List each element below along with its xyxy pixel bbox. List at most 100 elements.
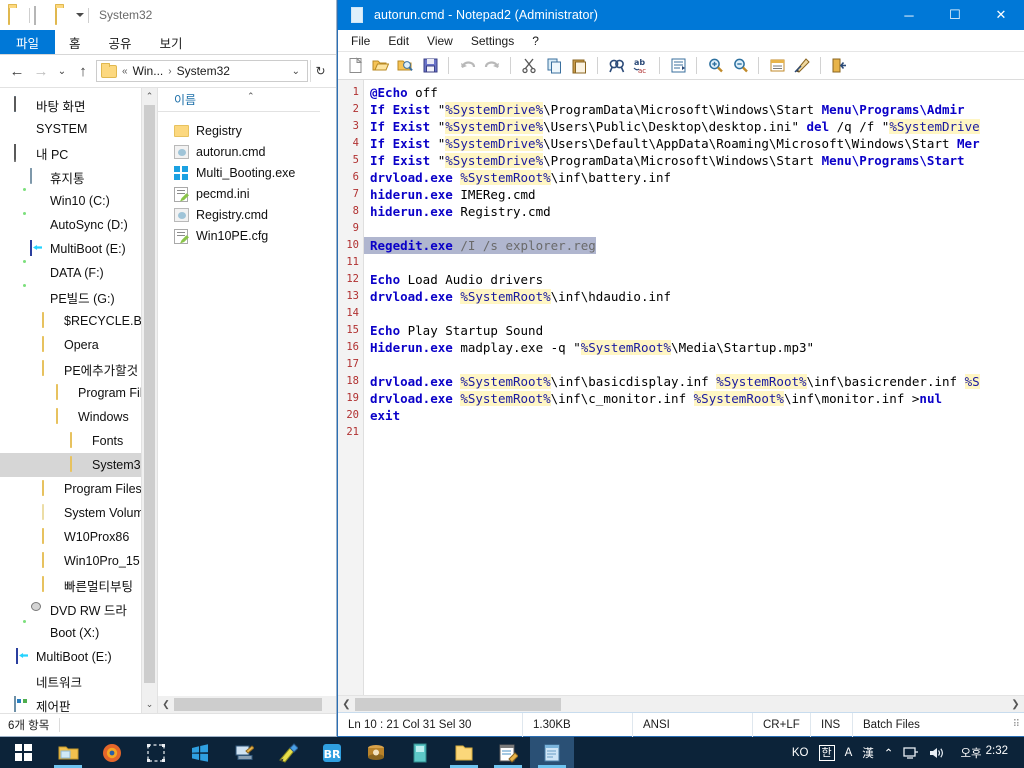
tree-item-Win10C[interactable]: Win10 (C:) [0,189,157,213]
tray-ime-hanja[interactable]: 漢 [857,737,879,768]
taskbar-notepad-edit-button[interactable] [486,737,530,768]
code-line[interactable] [364,424,1024,441]
code-line[interactable]: exit [364,407,1024,424]
code-area[interactable]: @Echo off If Exist "%SystemDrive%\Program… [364,80,1024,695]
taskbar-archive-button[interactable] [354,737,398,768]
code-line[interactable]: Echo Play Startup Sound [364,322,1024,339]
tree-item-DATAF[interactable]: DATA (F:) [0,261,157,285]
code-line[interactable]: drvload.exe %SystemRoot%\inf\hdaudio.inf [364,288,1024,305]
tree-item-MultiBootE[interactable]: MultiBoot (E:) [0,237,157,261]
tree-item-[interactable]: 제어판 [0,693,157,713]
ribbon-tab-view[interactable]: 보기 [146,30,197,54]
tray-ime-alpha[interactable]: A [840,737,858,768]
tree-item-RECYCLEBIN[interactable]: $RECYCLE.BIN [0,309,157,333]
code-line[interactable]: Echo Load Audio drivers [364,271,1024,288]
code-line[interactable] [364,254,1024,271]
new-file-icon[interactable] [344,55,366,77]
code-line[interactable]: If Exist "%SystemDrive%\Users\Public\Des… [364,118,1024,135]
tree-item-Windows[interactable]: Windows [0,405,157,429]
taskbar-file-explorer-button[interactable] [46,737,90,768]
new-folder-icon[interactable] [34,5,51,25]
code-line[interactable]: Regedit.exe /I /s explorer.reg [364,237,596,254]
tree-item-[interactable]: 바탕 화면 [0,93,157,117]
network-icon[interactable] [898,737,924,768]
scroll-down-icon[interactable]: ⌄ [142,696,157,713]
taskbar-computer-tool-button[interactable] [222,737,266,768]
tree-item-PEG[interactable]: PE빌드 (G:) [0,285,157,309]
code-line[interactable]: drvload.exe %SystemRoot%\inf\basicdispla… [364,373,1024,390]
tree-item-Opera[interactable]: Opera [0,333,157,357]
navigation-pane-scrollbar[interactable]: ⌃ ⌄ [141,88,157,713]
taskbar-paint-brush-button[interactable] [266,737,310,768]
customize-dropdown-icon[interactable] [76,13,84,17]
code-line[interactable]: hiderun.exe Registry.cmd [364,203,1024,220]
ribbon-tab-share[interactable]: 공유 [95,30,146,54]
exit-icon[interactable] [828,55,850,77]
tree-item-BootX[interactable]: Boot (X:) [0,621,157,645]
list-item[interactable]: Multi_Booting.exe [158,162,336,183]
scrollbar-thumb[interactable] [355,697,561,711]
ribbon-tab-file[interactable]: 파일 [0,30,56,54]
copy-icon[interactable] [543,55,565,77]
find-icon[interactable] [605,55,627,77]
word-wrap-icon[interactable] [766,55,788,77]
tree-item-System32[interactable]: System32 [0,453,157,477]
column-header-name[interactable]: 이름 ⌃ [158,88,336,112]
undo-icon[interactable] [456,55,478,77]
scrollbar-track[interactable] [355,696,1007,713]
list-item[interactable]: Registry [158,120,336,141]
tree-item-MultiBootE[interactable]: MultiBoot (E:) [0,645,157,669]
code-line[interactable]: If Exist "%SystemDrive%\ProgramData\Micr… [364,152,1024,169]
tree-item-ProgramFiles[interactable]: Program Files [0,477,157,501]
code-line[interactable]: hiderun.exe IMEReg.cmd [364,186,1024,203]
redo-icon[interactable] [481,55,503,77]
tree-item-PE[interactable]: PE에추가할것 [0,357,157,381]
scroll-left-icon[interactable]: ❮ [158,699,174,710]
paste-icon[interactable] [568,55,590,77]
zoom-in-icon[interactable] [704,55,726,77]
tree-item-[interactable]: 빠른멀티부팅 [0,573,157,597]
list-item[interactable]: pecmd.ini [158,183,336,204]
maximize-button[interactable]: ☐ [932,0,978,30]
insert-mode[interactable]: INS [811,712,853,737]
code-line[interactable]: Hiderun.exe madplay.exe -q "%SystemRoot%… [364,339,1024,356]
save-file-icon[interactable] [419,55,441,77]
tree-item-W10Prox86[interactable]: W10Prox86 [0,525,157,549]
tree-item-[interactable]: 휴지통 [0,165,157,189]
clock[interactable]: 오후 2:32 [950,745,1016,761]
code-line[interactable]: drvload.exe %SystemRoot%\inf\battery.inf [364,169,1024,186]
block-indent-icon[interactable] [667,55,689,77]
file-list-horizontal-scrollbar[interactable]: ❮ [158,696,336,713]
code-line[interactable]: drvload.exe %SystemRoot%\inf\c_monitor.i… [364,390,1024,407]
tree-item-SYSTEM[interactable]: SYSTEM [0,117,157,141]
minimize-button[interactable]: ─ [886,0,932,30]
tree-item-Fonts[interactable]: Fonts [0,429,157,453]
close-button[interactable]: ✕ [978,0,1024,30]
menu-help[interactable]: ? [523,31,548,51]
menu-view[interactable]: View [418,31,462,51]
menu-file[interactable]: File [342,31,379,51]
forward-button[interactable]: → [30,60,52,82]
file-list-vertical-scrollbar[interactable] [320,88,336,713]
address-input[interactable]: « Win... › System32 ⌄ [96,60,308,82]
code-line[interactable] [364,220,1024,237]
list-item[interactable]: Win10PE.cfg [158,225,336,246]
tree-item-AutoSyncD[interactable]: AutoSync (D:) [0,213,157,237]
scrollbar-thumb[interactable] [144,105,155,683]
code-line[interactable] [364,356,1024,373]
browse-file-icon[interactable] [394,55,416,77]
ribbon-tab-home[interactable]: 홈 [55,30,95,54]
tree-item-Win10Pro_15[interactable]: Win10Pro_15 [0,549,157,573]
cut-icon[interactable] [518,55,540,77]
resize-grip-icon[interactable]: ⠿ [1013,719,1024,730]
start-button[interactable] [0,737,46,768]
scroll-right-icon[interactable]: ❯ [1007,699,1024,710]
scroll-left-icon[interactable]: ❮ [338,699,355,710]
tray-overflow-chevron-icon[interactable]: ⌃ [879,737,899,768]
taskbar-notepad2-button[interactable] [530,737,574,768]
code-line[interactable] [364,305,1024,322]
tree-item-PC[interactable]: 내 PC [0,141,157,165]
encoding[interactable]: ANSI [633,712,753,737]
code-line[interactable]: If Exist "%SystemDrive%\Users\Default\Ap… [364,135,1024,152]
scheme-icon[interactable] [791,55,813,77]
